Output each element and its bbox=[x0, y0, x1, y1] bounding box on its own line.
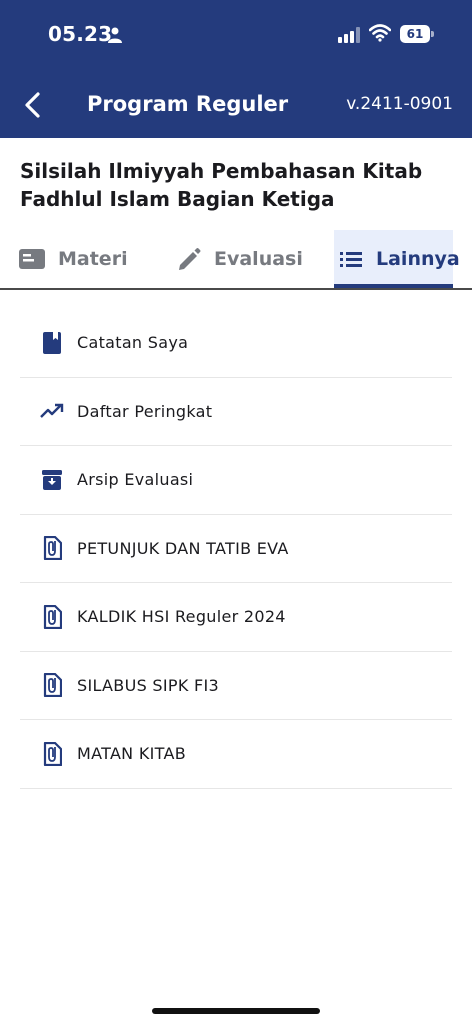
menu-item-label: Daftar Peringkat bbox=[77, 401, 213, 421]
wifi-icon bbox=[369, 24, 391, 42]
pencil-icon bbox=[179, 248, 201, 270]
page-title: Program Reguler bbox=[87, 92, 289, 116]
tab-lainnya[interactable]: Lainnya bbox=[334, 230, 460, 288]
menu-item-daftar-peringkat[interactable]: Daftar Peringkat bbox=[20, 378, 452, 446]
tab-materi[interactable]: Materi bbox=[18, 230, 148, 288]
tab-evaluasi[interactable]: Evaluasi bbox=[176, 230, 316, 288]
menu-item-label: PETUNJUK DAN TATIB EVA bbox=[77, 538, 289, 558]
battery-icon: 61 bbox=[400, 25, 434, 43]
battery-level: 61 bbox=[400, 25, 430, 43]
list-icon bbox=[340, 252, 362, 267]
archive-icon bbox=[40, 468, 64, 492]
app-version: v.2411-0901 bbox=[346, 94, 453, 114]
paperclip-document-icon bbox=[40, 604, 64, 629]
app-header: 05.23 61 Program Reguler v.2411-0901 bbox=[0, 0, 472, 138]
status-bar: 05.23 61 bbox=[0, 0, 472, 70]
more-menu-list: Catatan Saya Daftar Peringkat Arsip Eval… bbox=[20, 309, 452, 789]
paperclip-document-icon bbox=[40, 536, 64, 561]
status-time: 05.23 bbox=[48, 22, 113, 46]
paperclip-document-icon bbox=[40, 741, 64, 766]
menu-item-label: KALDIK HSI Reguler 2024 bbox=[77, 607, 286, 627]
home-indicator[interactable] bbox=[152, 1008, 320, 1014]
paperclip-document-icon bbox=[40, 673, 64, 698]
menu-item-matan-kitab[interactable]: MATAN KITAB bbox=[20, 720, 452, 789]
back-arrow-icon[interactable] bbox=[20, 90, 48, 120]
tab-label: Materi bbox=[58, 248, 128, 270]
menu-item-petunjuk-dan-tatib-eva[interactable]: PETUNJUK DAN TATIB EVA bbox=[20, 515, 452, 583]
menu-item-label: Catatan Saya bbox=[77, 333, 189, 353]
tab-label: Lainnya bbox=[376, 248, 460, 270]
menu-item-silabus-sipk[interactable]: SILABUS SIPK FI3 bbox=[20, 652, 452, 720]
tab-bar: Materi Evaluasi Lainnya bbox=[0, 230, 472, 290]
menu-item-label: Arsip Evaluasi bbox=[77, 470, 194, 490]
bookmark-book-icon bbox=[40, 331, 64, 355]
person-icon bbox=[108, 27, 122, 43]
trending-up-icon bbox=[40, 399, 64, 423]
cellular-signal-icon bbox=[338, 27, 360, 43]
menu-item-catatan-saya[interactable]: Catatan Saya bbox=[20, 309, 452, 378]
menu-item-label: SILABUS SIPK FI3 bbox=[77, 675, 220, 695]
menu-item-arsip-evaluasi[interactable]: Arsip Evaluasi bbox=[20, 446, 452, 515]
menu-item-label: MATAN KITAB bbox=[77, 744, 187, 764]
course-title: Silsilah Ilmiyyah Pembahasan Kitab Fadhl… bbox=[20, 159, 423, 211]
menu-item-kaldik-hsi-reguler[interactable]: KALDIK HSI Reguler 2024 bbox=[20, 583, 452, 652]
tab-label: Evaluasi bbox=[214, 248, 303, 270]
book-icon bbox=[19, 249, 45, 269]
